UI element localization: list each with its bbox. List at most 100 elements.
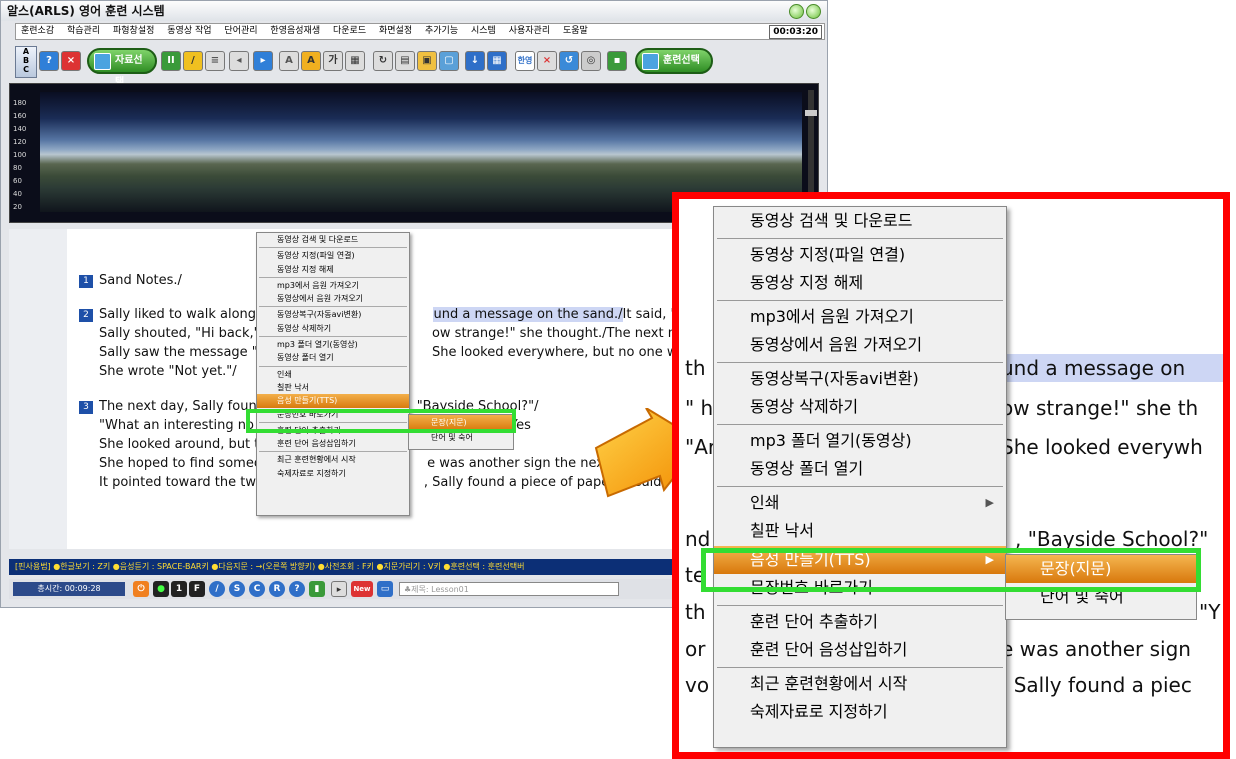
refresh-icon[interactable]: ↺ bbox=[559, 51, 579, 71]
menu-item[interactable]: 다운로드 bbox=[328, 24, 371, 39]
korean-font-icon[interactable]: 가 bbox=[323, 51, 343, 71]
record-icon[interactable]: ● bbox=[153, 581, 169, 597]
play-icon[interactable]: ▸ bbox=[253, 51, 273, 71]
sentence[interactable]: Sally shouted, "Hi back," h bbox=[99, 326, 272, 341]
menu-item-blackboard[interactable]: 칠판 낙서 bbox=[714, 517, 1006, 546]
slider-thumb[interactable] bbox=[805, 110, 817, 116]
paragraph-number[interactable]: 2 bbox=[79, 309, 93, 322]
table-icon[interactable]: ▦ bbox=[345, 51, 365, 71]
font-color-icon[interactable]: A bbox=[301, 51, 321, 71]
paragraph-number[interactable]: 1 bbox=[79, 275, 93, 288]
menu-item-video-restore[interactable]: 동영상복구(자동avi변환) bbox=[714, 365, 1006, 394]
green-box-icon[interactable]: ▪ bbox=[607, 51, 627, 71]
menu-item-tts[interactable]: 음성 만들기(TTS) bbox=[257, 394, 409, 408]
download-icon[interactable]: ↓ bbox=[465, 51, 485, 71]
letter-s-button[interactable]: S bbox=[229, 581, 245, 597]
rewind-icon[interactable]: ◂ bbox=[229, 51, 249, 71]
pen-icon[interactable]: / bbox=[183, 51, 203, 71]
menu-item-video-folder[interactable]: 동영상 폴더 열기 bbox=[714, 455, 1006, 484]
menu-item[interactable]: 훈련소감 bbox=[16, 24, 59, 39]
menu-item[interactable]: 학습관리 bbox=[62, 24, 105, 39]
menu-item[interactable]: 한영음성재생 bbox=[265, 24, 325, 39]
minimize-button[interactable] bbox=[789, 4, 804, 19]
picture-icon[interactable]: ▢ bbox=[439, 51, 459, 71]
pause-icon[interactable]: II bbox=[161, 51, 181, 71]
menu-item-homework[interactable]: 숙제자료로 지정하기 bbox=[714, 698, 1006, 727]
menu-item-print[interactable]: 인쇄 bbox=[257, 368, 409, 381]
level-c[interactable]: C bbox=[16, 65, 36, 74]
menu-item-homework[interactable]: 숙제자료로 지정하기 bbox=[257, 467, 409, 480]
image-icon[interactable]: ▣ bbox=[417, 51, 437, 71]
menu-item-video-assign[interactable]: 동영상 지정(파일 연결) bbox=[257, 249, 409, 262]
menu-item-video-assign[interactable]: 동영상 지정(파일 연결) bbox=[714, 241, 1006, 270]
menu-item-video-unassign[interactable]: 동영상 지정 해제 bbox=[257, 263, 409, 276]
help-icon[interactable]: ? bbox=[39, 51, 59, 71]
menu-item-mp3-import[interactable]: mp3에서 음원 가져오기 bbox=[257, 279, 409, 292]
menu-item-video-unassign[interactable]: 동영상 지정 해제 bbox=[714, 269, 1006, 298]
sentence[interactable]: "What an interesting no bbox=[99, 418, 254, 433]
menu-item-insert-word-audio[interactable]: 훈련 단어 음성삽입하기 bbox=[257, 437, 409, 450]
menu-item[interactable]: 화면설정 bbox=[374, 24, 417, 39]
menu-item[interactable]: 사용자관리 bbox=[504, 24, 555, 39]
grid-icon[interactable]: ▦ bbox=[487, 51, 507, 71]
letter-f-button[interactable]: F bbox=[189, 581, 205, 597]
sentence[interactable]: Sally liked to walk along th bbox=[99, 307, 273, 322]
menu-item-video-search[interactable]: 동영상 검색 및 다운로드 bbox=[257, 233, 409, 246]
data-select-button[interactable]: 자료선택 bbox=[87, 48, 157, 88]
menu-item-recent-start[interactable]: 최근 훈련현황에서 시작 bbox=[257, 453, 409, 466]
highlighted-sentence[interactable]: und a message on the sand./ bbox=[433, 307, 623, 322]
menu-item[interactable]: 도움말 bbox=[558, 24, 593, 39]
signal-icon[interactable]: ▮ bbox=[309, 581, 325, 597]
sentence[interactable]: Sally saw the message "Ar bbox=[99, 345, 272, 360]
training-select-button[interactable]: 훈련선택 bbox=[635, 48, 713, 74]
mute-icon[interactable]: × bbox=[537, 51, 557, 71]
hanyoung-icon[interactable]: 한영 bbox=[515, 51, 535, 71]
menu-item[interactable]: 동영상 작업 bbox=[162, 24, 216, 39]
letter-r-button[interactable]: R bbox=[269, 581, 285, 597]
help-circle-button[interactable]: ? bbox=[289, 581, 305, 597]
sentence[interactable]: She looked around, but th bbox=[99, 437, 268, 452]
paragraph-number[interactable]: 3 bbox=[79, 401, 93, 414]
list-icon[interactable]: ≡ bbox=[205, 51, 225, 71]
menu-item-video-delete[interactable]: 동영상 삭제하기 bbox=[257, 322, 409, 335]
sentence[interactable]: The next day, Sally foun bbox=[99, 399, 257, 414]
sentence[interactable]: e was another sign the next bbox=[427, 456, 609, 471]
menu-item-print[interactable]: 인쇄 ▶ bbox=[714, 489, 1006, 518]
menu-item-video-delete[interactable]: 동영상 삭제하기 bbox=[714, 393, 1006, 422]
new-button[interactable]: New bbox=[351, 581, 373, 597]
menu-item-video-audio-import[interactable]: 동영상에서 음원 가져오기 bbox=[714, 331, 1006, 360]
disc-icon[interactable]: ◎ bbox=[581, 51, 601, 71]
abc-level-selector[interactable]: A B C bbox=[15, 46, 37, 78]
sentence[interactable]: It pointed toward the two bbox=[99, 475, 264, 490]
menu-item-extract-words[interactable]: 훈련 단어 추출하기 bbox=[714, 608, 1006, 637]
screen-icon[interactable]: ▭ bbox=[377, 581, 393, 597]
window-play-icon[interactable]: ▸ bbox=[331, 581, 347, 597]
menu-item[interactable]: 추가기능 bbox=[420, 24, 463, 39]
menu-item-recent-start[interactable]: 최근 훈련현황에서 시작 bbox=[714, 670, 1006, 699]
menu-item-mp3-folder[interactable]: mp3 폴더 열기(동영상) bbox=[714, 427, 1006, 456]
repeat-icon[interactable]: ↻ bbox=[373, 51, 393, 71]
exit-icon[interactable]: × bbox=[61, 51, 81, 71]
document-icon[interactable]: ▤ bbox=[395, 51, 415, 71]
menu-item[interactable]: 시스템 bbox=[466, 24, 501, 39]
sentence[interactable]: She hoped to find someor bbox=[99, 456, 267, 471]
number-one-button[interactable]: 1 bbox=[171, 581, 187, 597]
sentence[interactable]: Sand Notes./ bbox=[99, 273, 182, 288]
menu-item-mp3-folder[interactable]: mp3 폴더 열기(동영상) bbox=[257, 338, 409, 351]
menu-item[interactable]: 파형창설정 bbox=[108, 24, 159, 39]
menu-item[interactable]: 단어관리 bbox=[219, 24, 262, 39]
power-icon[interactable]: ⏻ bbox=[133, 581, 149, 597]
menu-item-mp3-import[interactable]: mp3에서 음원 가져오기 bbox=[714, 303, 1006, 332]
menu-item-video-audio-import[interactable]: 동영상에서 음원 가져오기 bbox=[257, 292, 409, 305]
menu-item-insert-word-audio[interactable]: 훈련 단어 음성삽입하기 bbox=[714, 636, 1006, 665]
menu-item-blackboard[interactable]: 칠판 낙서 bbox=[257, 381, 409, 394]
slash-icon[interactable]: / bbox=[209, 581, 225, 597]
font-size-icon[interactable]: A bbox=[279, 51, 299, 71]
level-b[interactable]: B bbox=[16, 56, 36, 65]
letter-c-button[interactable]: C bbox=[249, 581, 265, 597]
lesson-title-field[interactable]: ♣제목: Lesson01 bbox=[399, 582, 619, 596]
close-button[interactable] bbox=[806, 4, 821, 19]
menu-item-video-search[interactable]: 동영상 검색 및 다운로드 bbox=[714, 207, 1006, 236]
sentence[interactable]: She wrote "Not yet."/ bbox=[99, 364, 237, 379]
menu-item-video-folder[interactable]: 동영상 폴더 열기 bbox=[257, 351, 409, 364]
